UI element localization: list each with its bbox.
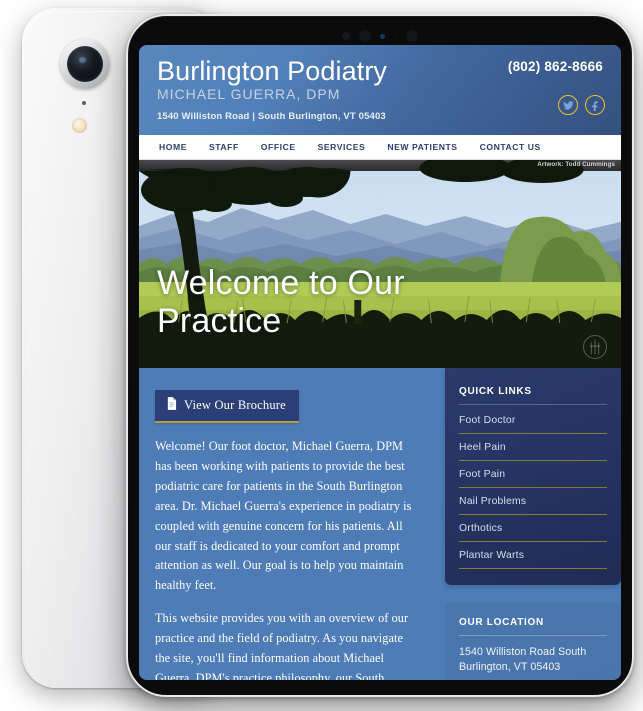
header-phone[interactable]: (802) 862-8666	[508, 59, 603, 74]
screenshot-stage: Burlington Podiatry MICHAEL GUERRA, DPM …	[0, 0, 643, 711]
quick-link-nail-problems[interactable]: Nail Problems	[459, 488, 607, 515]
quick-link-foot-doctor[interactable]: Foot Doctor	[459, 407, 607, 434]
location-address: 1540 Williston Road South Burlington, VT…	[459, 646, 587, 674]
lens-glint	[79, 57, 86, 63]
brochure-button-label: View Our Brochure	[184, 398, 286, 412]
indicator-light-icon	[380, 33, 385, 39]
site-header: Burlington Podiatry MICHAEL GUERRA, DPM …	[139, 45, 621, 135]
social-links	[558, 95, 605, 115]
main-column: View Our Brochure Welcome! Our foot doct…	[139, 368, 439, 680]
quick-link-heel-pain[interactable]: Heel Pain	[459, 434, 607, 461]
practice-logo-watermark	[583, 335, 607, 359]
our-location-heading: OUR LOCATION	[459, 617, 607, 636]
nav-item-staff[interactable]: STAFF	[209, 142, 239, 152]
intro-paragraph-2: This website provides you with an overvi…	[155, 611, 409, 680]
our-location-panel: OUR LOCATION 1540 Williston Road South B…	[445, 603, 621, 680]
front-camera-icon	[359, 30, 371, 42]
twitter-icon[interactable]	[558, 95, 578, 115]
flash-icon	[72, 118, 87, 133]
quick-link-plantar-warts[interactable]: Plantar Warts	[459, 542, 607, 569]
page-content: View Our Brochure Welcome! Our foot doct…	[139, 368, 621, 680]
sensor-row	[129, 29, 631, 43]
sidebar-column: QUICK LINKS Foot Doctor Heel Pain Foot P…	[439, 368, 621, 680]
brand-subtitle: MICHAEL GUERRA, DPM	[157, 86, 341, 103]
document-icon	[166, 397, 177, 414]
quick-links-panel: QUICK LINKS Foot Doctor Heel Pain Foot P…	[445, 368, 621, 585]
tablet-screen: Burlington Podiatry MICHAEL GUERRA, DPM …	[139, 45, 621, 680]
nav-item-services[interactable]: SERVICES	[318, 142, 366, 152]
sensor-dot-icon	[342, 32, 350, 40]
header-address: 1540 Williston Road | South Burlington, …	[157, 111, 386, 123]
camera-ring	[60, 39, 110, 89]
nav-item-contact-us[interactable]: CONTACT US	[480, 142, 541, 152]
black-tablet-front: Burlington Podiatry MICHAEL GUERRA, DPM …	[126, 14, 634, 697]
facebook-icon[interactable]	[585, 95, 605, 115]
ambient-sensor-icon	[394, 34, 397, 38]
tablet-bezel: Burlington Podiatry MICHAEL GUERRA, DPM …	[129, 17, 631, 694]
camera-lens-icon	[67, 46, 103, 82]
main-navigation: HOME STAFF OFFICE SERVICES NEW PATIENTS …	[139, 135, 621, 160]
quick-link-orthotics[interactable]: Orthotics	[459, 515, 607, 542]
nav-item-home[interactable]: HOME	[159, 142, 187, 152]
hero-title: Welcome to Our Practice	[157, 264, 405, 341]
quick-links-heading: QUICK LINKS	[459, 386, 607, 405]
nav-item-new-patients[interactable]: NEW PATIENTS	[387, 142, 457, 152]
view-brochure-button[interactable]: View Our Brochure	[155, 390, 299, 423]
microphone-icon	[82, 101, 86, 105]
quick-link-foot-pain[interactable]: Foot Pain	[459, 461, 607, 488]
nav-item-office[interactable]: OFFICE	[261, 142, 296, 152]
artwork-credit: Artwork: Todd Cummings	[537, 161, 615, 168]
hero-banner: Artwork: Todd Cummings Welcome to Our Pr…	[139, 160, 621, 368]
proximity-sensor-icon	[406, 30, 418, 42]
intro-paragraph-1: Welcome! Our foot doctor, Michael Guerra…	[155, 439, 412, 593]
